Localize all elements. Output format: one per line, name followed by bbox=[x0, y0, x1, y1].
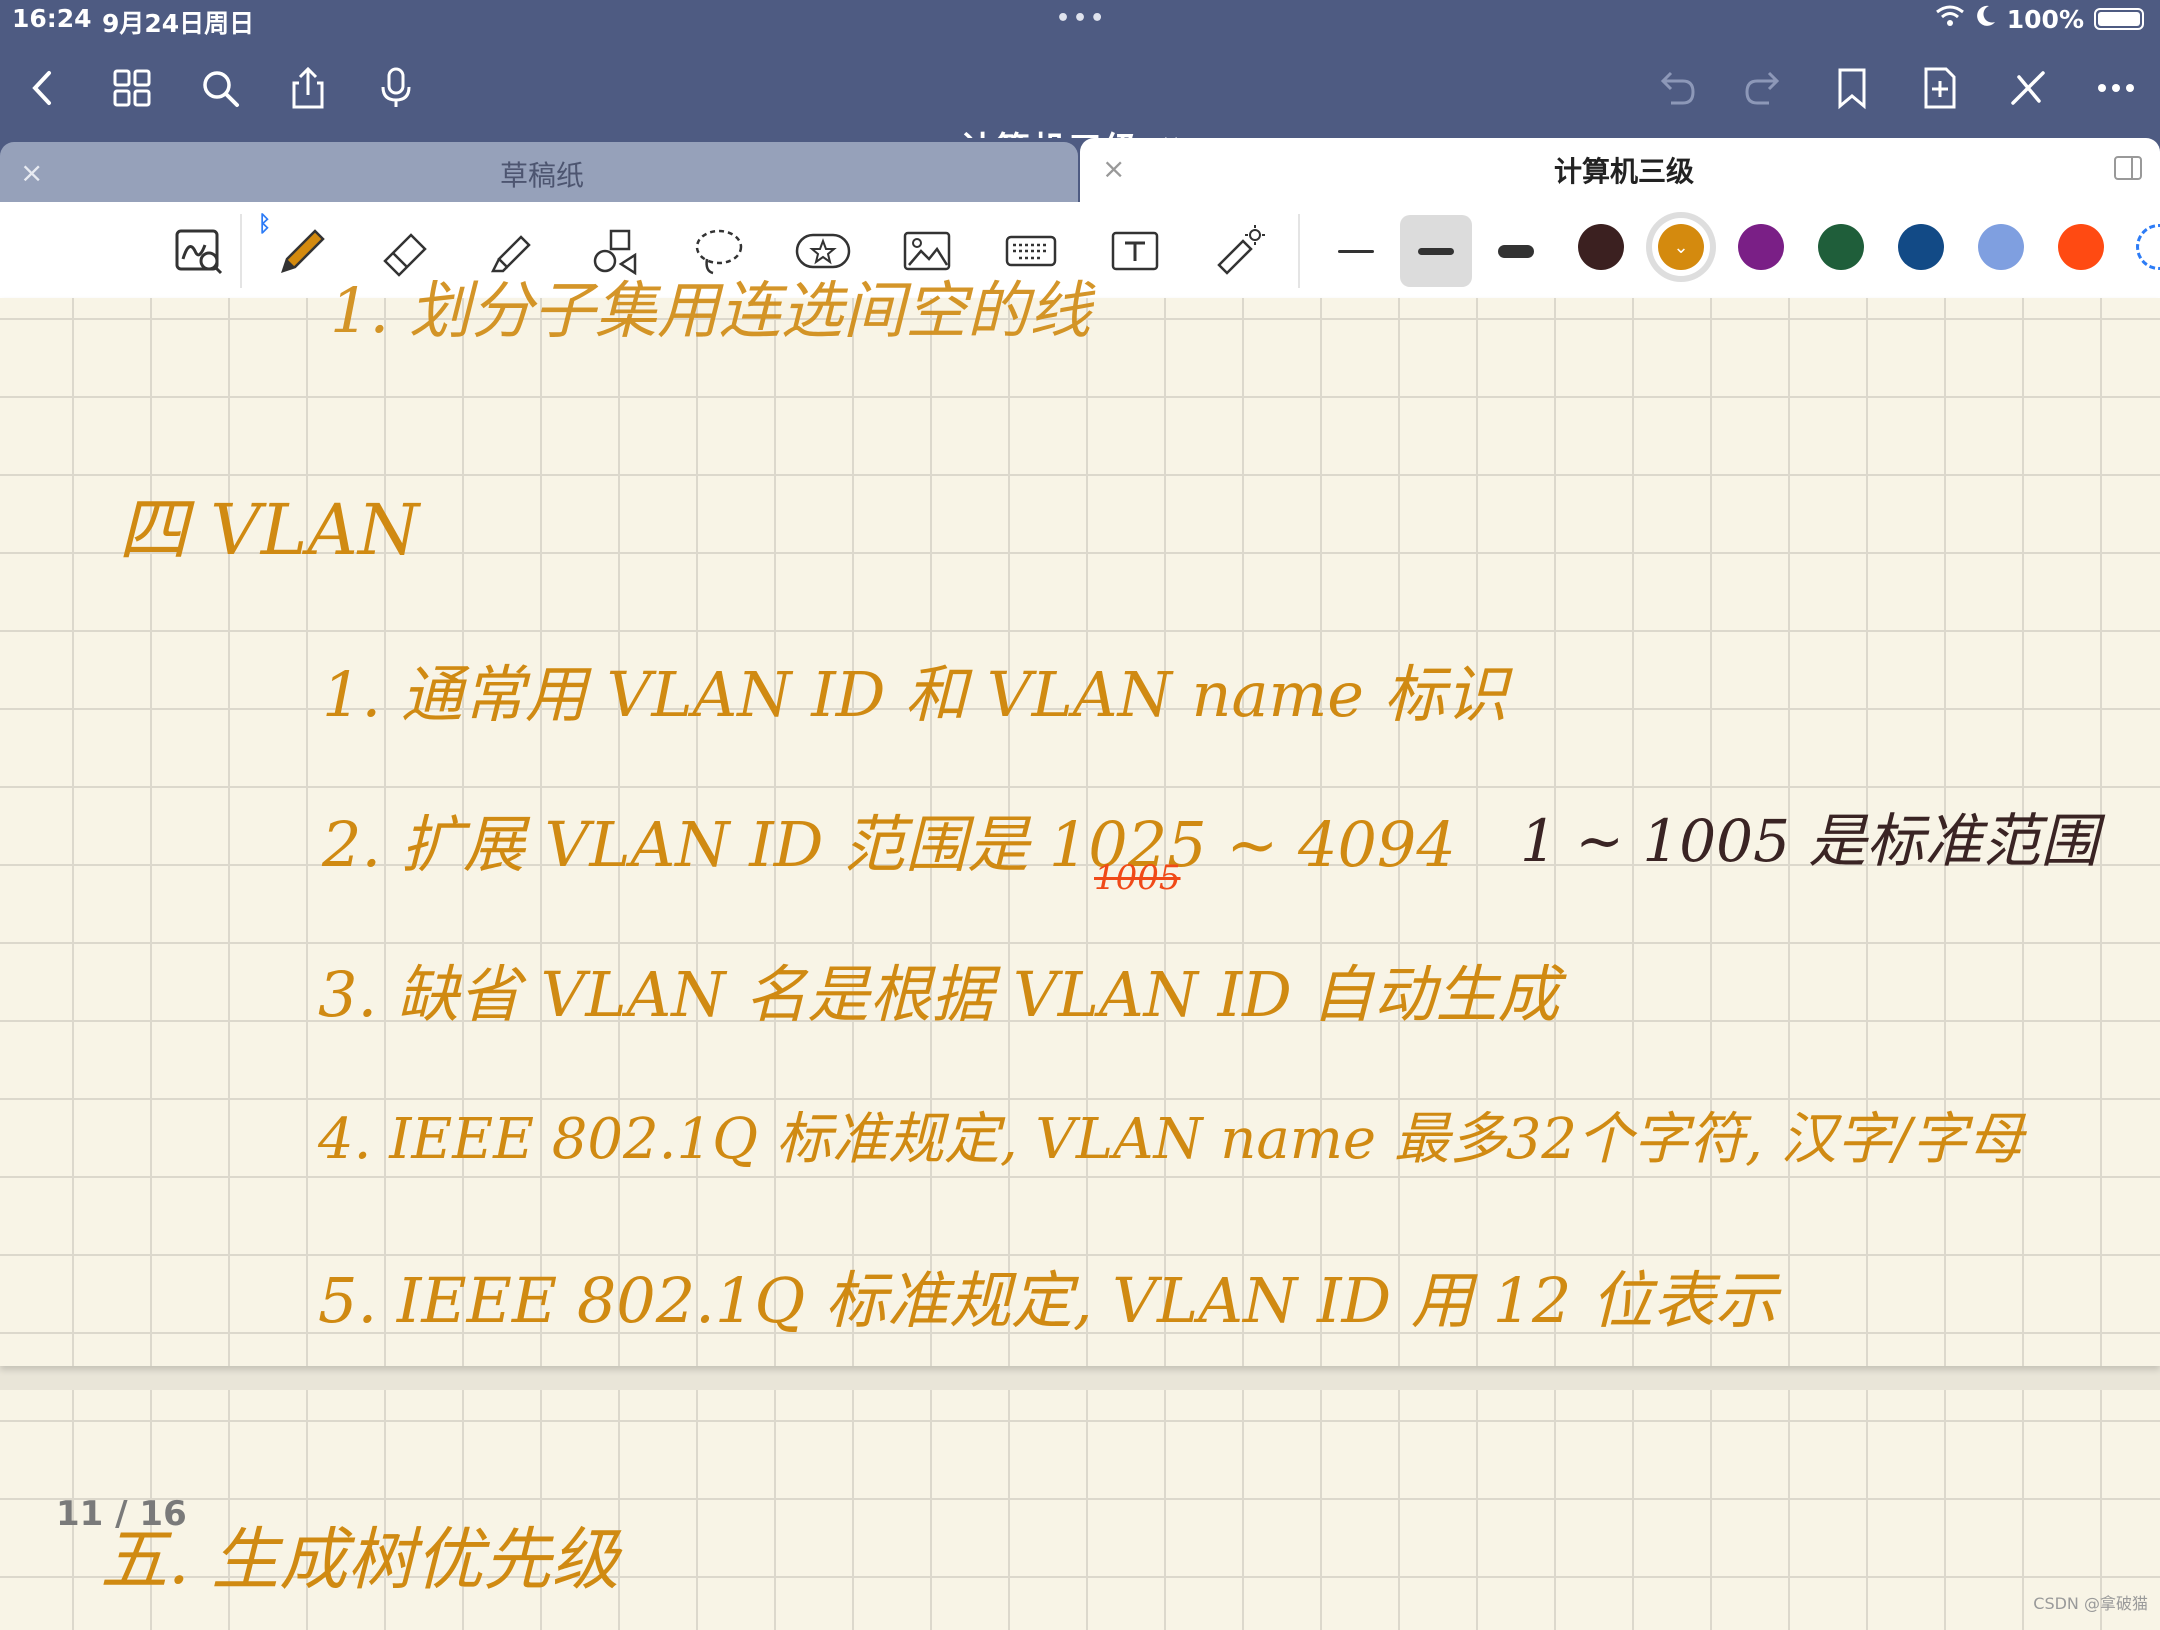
tab-scratch[interactable]: × 草稿纸 bbox=[0, 142, 1078, 202]
color-swatch-red[interactable] bbox=[2058, 224, 2104, 270]
handwriting-line-4: 4. IEEE 802.1Q 标准规定, VLAN name 最多32个字符, … bbox=[318, 1107, 2024, 1172]
laser-pointer-icon[interactable] bbox=[1206, 218, 1272, 284]
watermark: CSDN @拿破猫 bbox=[2033, 1594, 2148, 1613]
share-icon[interactable] bbox=[278, 58, 338, 118]
textbox-icon[interactable] bbox=[1102, 218, 1168, 284]
color-swatch-lightblue[interactable] bbox=[1978, 224, 2024, 270]
stroke-medium-button[interactable] bbox=[1400, 215, 1472, 287]
more-icon[interactable] bbox=[2086, 58, 2146, 118]
color-swatch-blue[interactable] bbox=[1898, 224, 1944, 270]
redo-icon[interactable] bbox=[1734, 58, 1794, 118]
wifi-icon bbox=[1935, 4, 1965, 34]
close-icon[interactable]: × bbox=[1102, 152, 1125, 185]
split-view-icon[interactable] bbox=[2112, 152, 2146, 190]
add-page-icon[interactable] bbox=[1910, 58, 1970, 118]
toolbar-separator bbox=[240, 214, 242, 288]
pen-icon[interactable] bbox=[268, 218, 334, 284]
handwriting-correction: 1005 bbox=[1094, 858, 1181, 898]
note-canvas[interactable]: 1. 划分子集用连选间空的线 四 VLAN 1. 通常用 VLAN ID 和 V… bbox=[0, 274, 2160, 1630]
page-indicator[interactable]: 11 / 16 bbox=[56, 1494, 187, 1534]
handwriting-heading: 四 VLAN bbox=[118, 489, 420, 571]
close-tools-icon[interactable] bbox=[1998, 58, 2058, 118]
handwriting-line-cut: 1. 划分子集用连选间空的线 bbox=[330, 274, 1091, 347]
tab-label: 草稿纸 bbox=[500, 159, 585, 192]
stroke-thick-button[interactable] bbox=[1480, 215, 1552, 287]
color-swatch-orange[interactable]: ⌄ bbox=[1658, 224, 1704, 270]
back-icon[interactable] bbox=[14, 58, 74, 118]
top-bar: 16:24 9月24日周日 ••• 100% 计算机 bbox=[0, 0, 2160, 170]
color-swatch-dark[interactable] bbox=[1578, 224, 1624, 270]
handwriting-line-3: 3. 缺省 VLAN 名是根据 VLAN ID 自动生成 bbox=[318, 958, 1560, 1031]
handwriting-line-1: 1. 通常用 VLAN ID 和 VLAN name 标识 bbox=[322, 658, 1508, 731]
multitask-dots[interactable]: ••• bbox=[1056, 6, 1107, 31]
bookmark-icon[interactable] bbox=[1822, 58, 1882, 118]
stroke-thin-button[interactable] bbox=[1320, 215, 1392, 287]
color-swatch-green[interactable] bbox=[1818, 224, 1864, 270]
grid-icon[interactable] bbox=[102, 58, 162, 118]
battery-percent: 100% bbox=[2006, 4, 2084, 34]
close-icon[interactable]: × bbox=[20, 156, 43, 189]
tab-label: 计算机三级 bbox=[1554, 155, 1695, 188]
chevron-down-icon: ⌄ bbox=[1673, 236, 1689, 258]
status-date: 9月24日周日 bbox=[102, 9, 255, 38]
undo-icon[interactable] bbox=[1646, 58, 1706, 118]
toolbar-separator bbox=[1298, 214, 1300, 288]
status-bar: 16:24 9月24日周日 ••• 100% bbox=[0, 0, 2160, 40]
color-swatch-purple[interactable] bbox=[1738, 224, 1784, 270]
note-page-next[interactable]: 五. 生成树优先级 bbox=[0, 1390, 2160, 1630]
battery-icon bbox=[2094, 8, 2144, 30]
handwriting-note-dark: 1 ~ 1005 是标准范围 bbox=[1520, 807, 2099, 875]
status-right: 100% bbox=[1935, 4, 2144, 34]
color-picker-button[interactable] bbox=[2136, 224, 2160, 270]
nav-bar: 计算机三级 bbox=[0, 58, 2160, 170]
tab-bar: × 草稿纸 × 计算机三级 bbox=[0, 138, 2160, 202]
tab-active[interactable]: × 计算机三级 bbox=[1080, 138, 2160, 202]
search-icon[interactable] bbox=[190, 58, 250, 118]
handwriting-line-2: 2. 扩展 VLAN ID 范围是 1025 ~ 4094 bbox=[322, 808, 1456, 881]
note-page[interactable]: 1. 划分子集用连选间空的线 四 VLAN 1. 通常用 VLAN ID 和 V… bbox=[0, 274, 2160, 1366]
zoom-pen-icon[interactable] bbox=[166, 218, 232, 284]
status-time: 16:24 bbox=[12, 4, 92, 33]
mic-icon[interactable] bbox=[366, 58, 426, 118]
moon-icon bbox=[1975, 4, 1997, 34]
handwriting-line-5: 5. IEEE 802.1Q 标准规定, VLAN ID 用 12 位表示 bbox=[318, 1264, 1778, 1337]
